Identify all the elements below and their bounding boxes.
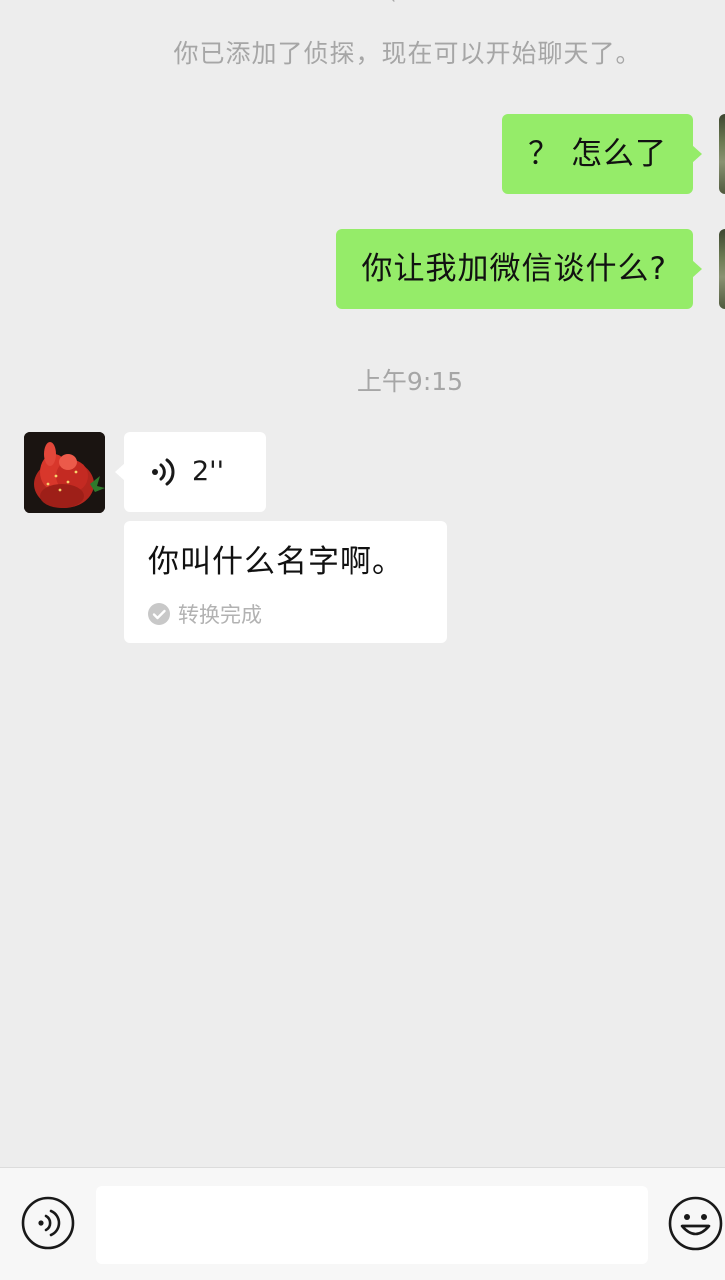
voice-message-bubble[interactable]: 2''	[115, 432, 266, 512]
message-timestamp: 上午9:15	[356, 367, 464, 396]
self-avatar[interactable]	[719, 114, 725, 194]
voice-transcript-card[interactable]: 你叫什么名字啊。 转换完成	[124, 521, 447, 643]
outgoing-message[interactable]: ？ 怎么了	[502, 114, 702, 194]
voice-input-toggle-icon[interactable]	[21, 1196, 75, 1250]
strawberry-avatar-image	[24, 432, 105, 513]
system-notice: 你已添加了侦探，现在可以开始聊天了。	[173, 39, 642, 68]
message-input[interactable]	[96, 1186, 648, 1264]
outgoing-message[interactable]: 你让我加微信谈什么?	[335, 229, 703, 309]
voice-transcript-text: 你叫什么名字啊。	[148, 544, 404, 580]
contact-avatar[interactable]	[24, 432, 105, 513]
self-avatar[interactable]	[719, 229, 725, 309]
smiley-face-icon[interactable]	[668, 1196, 723, 1251]
voice-wave-icon	[152, 458, 175, 486]
voice-duration: 2''	[192, 456, 225, 487]
transcript-status: 转换完成	[148, 599, 262, 629]
check-circle-icon	[148, 603, 170, 625]
input-bar	[0, 1167, 725, 1280]
transcript-status-label: 转换完成	[178, 603, 262, 627]
chat-screen: 、 你已添加了侦探，现在可以开始聊天了。 ？ 怎么了 你让我加微信谈什么? 上午…	[0, 0, 725, 1280]
